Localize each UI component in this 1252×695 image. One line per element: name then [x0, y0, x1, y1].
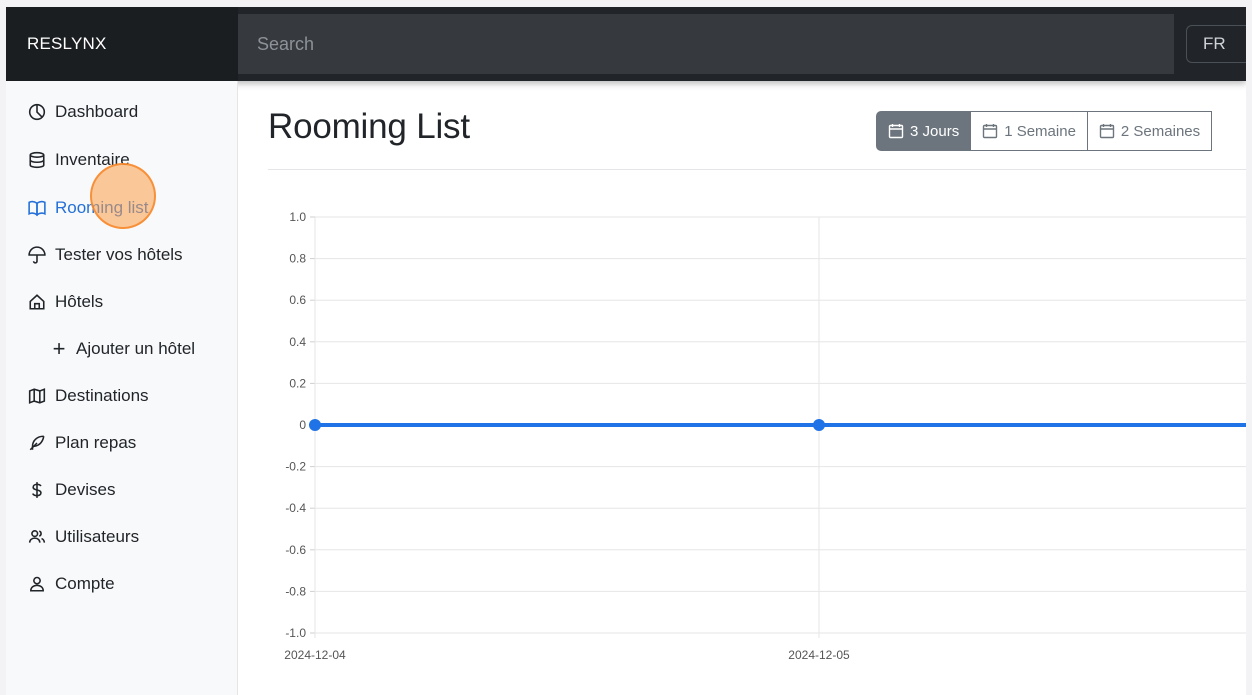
range-button-label: 1 Semaine: [1004, 122, 1076, 140]
sidebar-item-label: Compte: [55, 574, 115, 593]
calendar-icon: [983, 124, 998, 139]
sidebar-item-tester-hotels[interactable]: Tester vos hôtels: [26, 242, 183, 268]
x-tick-label: 2024-12-04: [284, 648, 346, 662]
range-3-jours-button[interactable]: 3 Jours: [876, 111, 972, 151]
calendar-icon: [1099, 124, 1115, 139]
sidebar-item-label: Utilisateurs: [55, 527, 140, 546]
range-1-semaine-button[interactable]: 1 Semaine: [971, 111, 1088, 151]
language-selector[interactable]: FR: [1186, 25, 1246, 63]
y-tick-label: 0.8: [289, 252, 306, 266]
y-tick-label: 0.2: [289, 376, 306, 390]
sidebar-item-label: Hôtels: [55, 292, 104, 311]
sidebar-item-label: Plan repas: [55, 433, 137, 452]
y-tick-label: -0.4: [285, 501, 306, 515]
y-tick-label: -0.2: [285, 460, 306, 474]
data-point: [813, 419, 825, 431]
sidebar-item-inventaire[interactable]: Inventaire: [26, 147, 130, 173]
page-title: Rooming List: [268, 107, 470, 146]
plus-icon: +: [52, 336, 66, 361]
sidebar-item-label: Rooming list: [55, 198, 149, 217]
range-button-label: 3 Jours: [910, 122, 960, 140]
sidebar-item-dashboard[interactable]: Dashboard: [26, 99, 138, 125]
sidebar-item-label: Tester vos hôtels: [55, 245, 183, 264]
person-icon: [26, 573, 48, 595]
sidebar-item-label: Dashboard: [55, 102, 139, 121]
y-tick-label: -1.0: [285, 626, 306, 640]
dollar-icon: [26, 479, 48, 501]
range-button-label: 2 Semaines: [1120, 122, 1201, 140]
rooming-chart: 1.0 0.8 0.6 0.4 0.2 0 -0.2 -0.4 -0.6 -0.8 -1.0 2024…: [284, 210, 1246, 662]
data-point: [309, 419, 321, 431]
y-tick-label: 0.4: [289, 335, 306, 349]
y-tick-label: 0: [299, 418, 306, 432]
calendar-icon: [888, 124, 904, 139]
pie-chart-icon: [26, 101, 48, 123]
book-open-icon: [26, 197, 48, 219]
search-input[interactable]: [238, 14, 1174, 74]
title-divider: [268, 169, 1246, 170]
brand-logo[interactable]: RESLYNX: [6, 7, 238, 81]
sidebar-item-label: Devises: [55, 480, 116, 499]
sidebar-item-utilisateurs[interactable]: Utilisateurs: [26, 524, 139, 550]
sidebar-item-label: Inventaire: [55, 150, 130, 169]
y-tick-label: -0.6: [285, 543, 306, 557]
sidebar-item-rooming-list[interactable]: Rooming list: [26, 195, 149, 221]
range-2-semaines-button[interactable]: 2 Semaines: [1087, 111, 1213, 151]
house-icon: [26, 291, 48, 313]
y-tick-label: -0.8: [285, 584, 306, 598]
top-navbar: RESLYNX FR: [6, 7, 1246, 81]
sidebar-item-devises[interactable]: Devises: [26, 477, 115, 503]
database-icon: [26, 149, 48, 171]
sidebar-item-plan-repas[interactable]: Plan repas: [26, 430, 136, 456]
people-icon: [26, 526, 48, 548]
map-icon: [26, 385, 48, 407]
sidebar-item-label: Destinations: [55, 386, 149, 405]
sidebar-item-compte[interactable]: Compte: [26, 571, 115, 597]
y-tick-label: 0.6: [289, 293, 306, 307]
range-button-group: 3 Jours 1 Semaine 2 Semaines: [876, 111, 1213, 151]
y-tick-label: 1.0: [289, 210, 306, 224]
sidebar-item-hotels[interactable]: Hôtels: [26, 289, 103, 315]
x-tick-label: 2024-12-05: [788, 648, 850, 662]
feather-icon: [26, 432, 48, 454]
sidebar: Dashboard Inventaire Rooming list Tester…: [6, 81, 238, 695]
sidebar-item-label: Ajouter un hôtel: [76, 339, 196, 358]
sidebar-item-destinations[interactable]: Destinations: [26, 383, 149, 409]
app-window: RESLYNX FR Dashboard Inventaire Rooming …: [6, 7, 1246, 695]
umbrella-icon: [26, 244, 48, 266]
sidebar-item-ajouter-hotel[interactable]: + Ajouter un hôtel: [48, 336, 196, 362]
